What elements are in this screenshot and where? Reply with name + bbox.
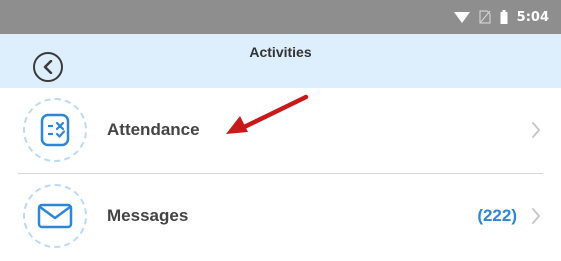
attendance-label: Attendance [107,120,200,139]
messages-label: Messages [107,206,189,225]
no-sim-icon [479,10,491,24]
wifi-icon [453,12,470,23]
battery-icon [500,10,508,24]
messages-count-badge: (222) [477,206,517,225]
envelope-icon [37,203,73,229]
chevron-left-icon [43,60,53,74]
chevron-right-icon [532,122,540,138]
page-title: Activities [249,44,312,60]
status-time: 5:04 [516,9,549,25]
status-bar: 5:04 [0,0,561,34]
checklist-icon [40,113,70,147]
list-item-messages[interactable]: Messages (222) [0,174,561,260]
header [0,34,561,88]
chevron-right-icon [532,208,540,224]
messages-icon-circle [23,184,87,248]
attendance-icon-circle [23,98,87,162]
annotation-arrow-icon [226,94,309,134]
status-icons: 5:04 [453,0,549,34]
